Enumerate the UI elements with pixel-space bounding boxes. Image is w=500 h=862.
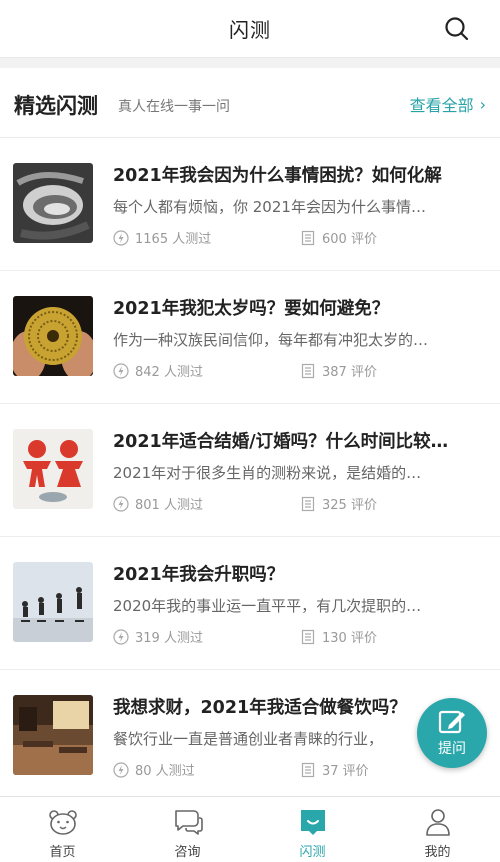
section-subtitle: 真人在线一事一问 bbox=[118, 99, 230, 115]
list-item[interactable]: 2021年我会升职吗？ 2020年我的事业运一直平平，有几次提职的… 319 人… bbox=[0, 537, 500, 670]
item-description: 每个人都有烦恼，你 2021年会因为什么事情… bbox=[113, 198, 426, 216]
tested-count: 80 人测过 bbox=[113, 760, 195, 779]
tested-count: 1165 人测过 bbox=[113, 228, 211, 247]
item-title: 2021年适合结婚/订婚吗？什么时间比较… bbox=[113, 432, 449, 452]
search-icon[interactable] bbox=[444, 16, 470, 42]
tab-consult[interactable]: 咨询 bbox=[125, 797, 250, 862]
tab-consult-label: 咨询 bbox=[174, 845, 201, 860]
top-bar: 闪测 bbox=[0, 0, 500, 58]
item-thumbnail-office-chairs bbox=[13, 562, 93, 642]
flash-test-icon bbox=[300, 810, 325, 835]
review-count: 600 评价 bbox=[300, 228, 377, 247]
tab-mine[interactable]: 我的 bbox=[375, 797, 500, 862]
review-count: 130 评价 bbox=[300, 627, 377, 646]
document-icon bbox=[301, 496, 315, 511]
section-header: 精选闪测 真人在线一事一问 查看全部 › bbox=[0, 68, 500, 138]
ask-question-label: 提问 bbox=[438, 741, 466, 757]
lightning-icon bbox=[113, 229, 129, 246]
tested-count: 842 人测过 bbox=[113, 361, 203, 380]
review-count-label: 325 评价 bbox=[322, 498, 377, 513]
tab-flash-test-label: 闪测 bbox=[299, 845, 326, 860]
review-count: 325 评价 bbox=[300, 494, 377, 513]
divider-band bbox=[0, 58, 500, 68]
quiz-list: 2021年我会因为什么事情困扰？如何化解 每个人都有烦恼，你 2021年会因为什… bbox=[0, 138, 500, 803]
item-thumbnail-couple bbox=[13, 429, 93, 509]
item-description: 2021年对于很多生肖的测粉来说，是结婚的… bbox=[113, 464, 422, 482]
review-count-label: 600 评价 bbox=[322, 232, 377, 247]
review-count-label: 37 评价 bbox=[322, 764, 369, 779]
document-icon bbox=[301, 230, 315, 245]
tab-home[interactable]: 首页 bbox=[0, 797, 125, 862]
item-thumbnail-swirl bbox=[13, 163, 93, 243]
document-icon bbox=[301, 629, 315, 644]
chat-bubbles-icon bbox=[174, 810, 203, 835]
tested-count: 319 人测过 bbox=[113, 627, 203, 646]
item-description: 2020年我的事业运一直平平，有几次提职的… bbox=[113, 597, 422, 615]
tested-count-label: 801 人测过 bbox=[135, 498, 203, 513]
review-count-label: 130 评价 bbox=[322, 631, 377, 646]
review-count-label: 387 评价 bbox=[322, 365, 377, 380]
tested-count-label: 842 人测过 bbox=[135, 365, 203, 380]
tab-home-label: 首页 bbox=[49, 845, 76, 860]
tested-count: 801 人测过 bbox=[113, 494, 203, 513]
review-count: 37 评价 bbox=[300, 760, 369, 779]
item-title: 2021年我会升职吗？ bbox=[113, 565, 285, 585]
tab-flash-test[interactable]: 闪测 bbox=[250, 797, 375, 862]
list-item[interactable]: 2021年我犯太岁吗？要如何避免？ 作为一种汉族民间信仰，每年都有冲犯太岁的… … bbox=[0, 271, 500, 404]
list-item[interactable]: 2021年我会因为什么事情困扰？如何化解 每个人都有烦恼，你 2021年会因为什… bbox=[0, 138, 500, 271]
item-title: 2021年我会因为什么事情困扰？如何化解 bbox=[113, 166, 442, 186]
item-description: 作为一种汉族民间信仰，每年都有冲犯太岁的… bbox=[113, 331, 429, 349]
bear-face-icon bbox=[48, 810, 77, 835]
item-title: 2021年我犯太岁吗？要如何避免？ bbox=[113, 299, 390, 319]
bottom-tab-bar: 首页 咨询 闪测 我的 bbox=[0, 796, 500, 862]
lightning-icon bbox=[113, 495, 129, 512]
list-item[interactable]: 2021年适合结婚/订婚吗？什么时间比较… 2021年对于很多生肖的测粉来说，是… bbox=[0, 404, 500, 537]
lightning-icon bbox=[113, 362, 129, 379]
edit-icon bbox=[438, 710, 465, 734]
tested-count-label: 319 人测过 bbox=[135, 631, 203, 646]
document-icon bbox=[301, 762, 315, 777]
ask-question-button[interactable]: 提问 bbox=[417, 698, 487, 768]
lightning-icon bbox=[113, 628, 129, 645]
tested-count-label: 80 人测过 bbox=[135, 764, 195, 779]
item-thumbnail-coin bbox=[13, 296, 93, 376]
review-count: 387 评价 bbox=[300, 361, 377, 380]
item-thumbnail-restaurant bbox=[13, 695, 93, 775]
lightning-icon bbox=[113, 761, 129, 778]
tested-count-label: 1165 人测过 bbox=[135, 232, 212, 247]
view-all-label: 查看全部 bbox=[409, 96, 474, 115]
section-title: 精选闪测 bbox=[14, 94, 98, 118]
document-icon bbox=[301, 363, 315, 378]
tab-mine-label: 我的 bbox=[424, 845, 451, 860]
page-title: 闪测 bbox=[229, 18, 271, 42]
view-all-link[interactable]: 查看全部 › bbox=[410, 92, 486, 116]
chevron-right-icon: › bbox=[479, 94, 486, 114]
user-icon bbox=[425, 809, 450, 836]
